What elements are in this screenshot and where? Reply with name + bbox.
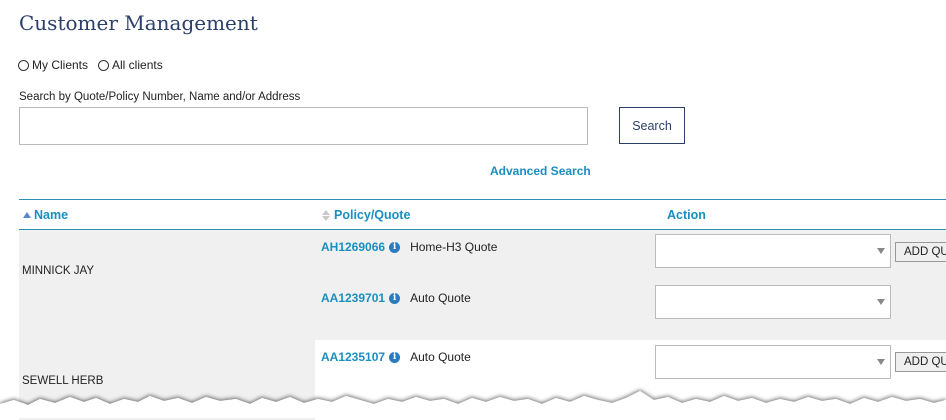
policy-header-label: Policy/Quote: [334, 208, 411, 222]
chevron-down-icon: [877, 248, 885, 254]
search-input[interactable]: [19, 107, 588, 145]
policy-number-link[interactable]: AH1269066: [321, 240, 385, 254]
my-clients-radio[interactable]: [18, 59, 29, 71]
page-title: Customer Management: [19, 11, 258, 35]
policy-entry: AA1239701 i Auto Quote: [321, 291, 471, 305]
policy-entry: AA1235107 i Auto Quote: [321, 350, 471, 364]
my-clients-label: My Clients: [32, 58, 89, 72]
all-clients-label: All clients: [112, 58, 163, 72]
advanced-search-link[interactable]: Advanced Search: [490, 164, 591, 178]
torn-edge-decoration: [0, 391, 946, 418]
action-select[interactable]: [655, 285, 891, 319]
name-column-header[interactable]: Name: [23, 208, 68, 222]
action-select[interactable]: [655, 234, 891, 268]
action-column-header: Action: [667, 208, 706, 222]
all-clients-option[interactable]: All clients: [98, 58, 163, 72]
add-quote-button[interactable]: ADD QUOTE: [895, 242, 946, 262]
all-clients-radio[interactable]: [98, 59, 110, 71]
action-header-label: Action: [667, 208, 706, 222]
my-clients-option[interactable]: My Clients: [18, 58, 88, 72]
policy-entry: AH1269066 i Home-H3 Quote: [321, 240, 497, 254]
sort-icon: [322, 209, 330, 221]
search-label: Search by Quote/Policy Number, Name and/…: [19, 91, 301, 103]
chevron-down-icon: [877, 299, 885, 305]
chevron-down-icon: [877, 359, 885, 365]
name-header-label: Name: [34, 208, 69, 222]
info-icon[interactable]: i: [389, 351, 401, 363]
policy-type: Home-H3 Quote: [410, 240, 498, 254]
table-top-border: [19, 199, 946, 200]
client-name: MINNICK JAY: [22, 265, 94, 277]
add-quote-button[interactable]: ADD QUOTE: [895, 352, 946, 372]
search-button[interactable]: Search: [619, 107, 685, 144]
policy-type: Auto Quote: [410, 291, 471, 305]
action-select[interactable]: [655, 345, 891, 379]
info-icon[interactable]: i: [389, 241, 401, 253]
client-filter: My Clients All clients: [18, 58, 173, 72]
policy-number-link[interactable]: AA1235107: [321, 350, 385, 364]
sort-ascending-icon: [23, 212, 31, 218]
policy-type: Auto Quote: [410, 350, 471, 364]
policy-column-header[interactable]: Policy/Quote: [322, 208, 410, 222]
policy-number-link[interactable]: AA1239701: [321, 291, 385, 305]
info-icon[interactable]: i: [389, 292, 401, 304]
